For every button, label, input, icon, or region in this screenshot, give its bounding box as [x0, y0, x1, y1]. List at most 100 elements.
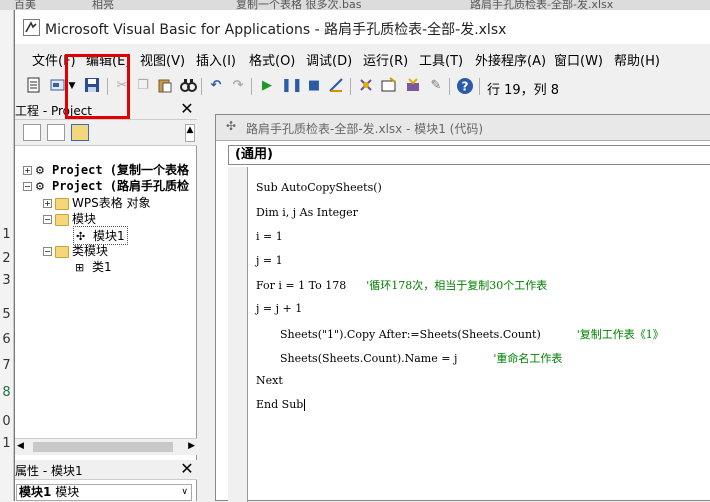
row-number: 1: [2, 227, 11, 242]
tree-node-project-copy[interactable]: + ⚙ Project (复制一个表格: [23, 161, 189, 178]
scroll-up-icon[interactable]: ▲: [185, 124, 195, 142]
code-margin: [228, 167, 248, 502]
expand-icon[interactable]: +: [43, 199, 52, 208]
row-number: 3: [2, 273, 11, 288]
pause-icon[interactable]: ❚❚: [281, 77, 303, 95]
view-object-icon[interactable]: [47, 124, 65, 141]
tree-node-label: 模块: [72, 212, 97, 226]
project-explorer-icon[interactable]: [357, 77, 375, 95]
object-selector[interactable]: 模块1 模块 ∨: [16, 484, 192, 501]
help-icon[interactable]: ?: [456, 77, 474, 95]
code-line[interactable]: Dim i, j As Integer: [256, 206, 358, 219]
tree-node-project-main[interactable]: − ⚙ Project (路肩手孔质检: [23, 177, 189, 194]
excel-row-header: 1 2 3 5 6 7 8 0 1: [0, 10, 14, 501]
code-comment: '重命名工作表: [493, 352, 563, 365]
row-number: 6: [2, 332, 11, 347]
code-line[interactable]: Sheets(Sheets.Count).Name = j '重命名工作表: [280, 350, 562, 366]
code-line[interactable]: i = 1: [256, 230, 283, 243]
folder-icon: [55, 213, 69, 226]
horizontal-scrollbar[interactable]: ◀ ▶: [15, 438, 197, 455]
view-excel-icon[interactable]: [25, 77, 43, 95]
object-dropdown[interactable]: (通用): [228, 145, 710, 165]
menu-window[interactable]: 窗口(W): [554, 50, 603, 69]
bg-tab[interactable]: 百美: [14, 0, 36, 10]
tree-node-label: 模块1: [93, 229, 125, 243]
close-icon[interactable]: ✕: [179, 100, 195, 118]
properties-window-icon[interactable]: [380, 77, 398, 95]
tree-node-class1[interactable]: ⊞ 类1: [75, 258, 112, 275]
tree-node-class-modules[interactable]: − 类模块: [43, 242, 108, 259]
tree-node-label: WPS表格 对象: [72, 196, 151, 210]
folder-icon: [55, 197, 69, 210]
chevron-down-icon[interactable]: ∨: [181, 485, 188, 500]
menu-help[interactable]: 帮助(H): [614, 50, 660, 69]
row-number: 0: [2, 414, 11, 429]
run-icon[interactable]: ▶: [258, 77, 276, 95]
code-line[interactable]: Next: [256, 374, 283, 387]
bg-tab[interactable]: 复制一个表格 很多次.bas: [236, 0, 361, 10]
close-icon[interactable]: ✕: [179, 460, 195, 478]
properties-window: 属性 - 模块1 ✕ 模块1 模块 ∨: [15, 456, 197, 501]
expand-icon[interactable]: +: [23, 166, 32, 175]
collapse-icon[interactable]: −: [43, 215, 52, 224]
code-line[interactable]: j = 1: [256, 254, 283, 267]
code-line[interactable]: End Sub: [256, 398, 306, 411]
code-line[interactable]: Sub AutoCopySheets(): [256, 181, 382, 194]
scroll-right-icon[interactable]: ▶: [188, 441, 195, 451]
row-number: 2: [2, 251, 11, 266]
tree-node-modules[interactable]: − 模块: [43, 210, 96, 227]
vba-app-icon: [23, 19, 40, 36]
collapse-icon[interactable]: −: [23, 182, 32, 191]
toolbar-separator: [350, 78, 351, 95]
object-browser-icon[interactable]: [404, 77, 422, 95]
module-icon: ✣: [76, 229, 86, 243]
collapse-icon[interactable]: −: [43, 247, 52, 256]
svg-text:?: ?: [462, 80, 469, 94]
redo-icon[interactable]: ↷: [229, 77, 247, 95]
row-number: 7: [2, 358, 11, 373]
menu-addins[interactable]: 外接程序(A): [475, 50, 546, 69]
view-code-icon[interactable]: [23, 124, 41, 141]
project-explorer: 工程 - Project ✕ ▲ + ⚙ Project (复制一个表格 − ⚙ Pro…: [15, 100, 197, 456]
text-cursor: [304, 399, 306, 411]
toggle-folders-icon[interactable]: [71, 124, 89, 141]
menu-tools[interactable]: 工具(T): [419, 50, 463, 69]
scroll-left-icon[interactable]: ◀: [17, 441, 24, 451]
menu-run[interactable]: 运行(R): [363, 50, 408, 69]
menu-debug[interactable]: 调试(D): [306, 50, 352, 69]
tree-node-label: 类1: [92, 260, 112, 274]
row-number: 1: [2, 436, 11, 451]
toolbox-icon[interactable]: ✎: [427, 77, 445, 95]
toolbar-separator: [201, 78, 202, 95]
bg-tab[interactable]: 路肩手孔质检表-全部-发.xlsx: [470, 0, 613, 10]
title-bar: Microsoft Visual Basic for Applications …: [15, 10, 710, 44]
object-type: 模块: [55, 485, 80, 499]
code-line[interactable]: j = j + 1: [256, 302, 302, 315]
paste-icon[interactable]: [156, 77, 174, 95]
menu-insert[interactable]: 插入(I): [196, 50, 236, 69]
project-icon: ⚙: [35, 179, 45, 193]
folder-icon: [55, 245, 69, 258]
stop-icon[interactable]: ■: [305, 77, 323, 95]
bg-tab[interactable]: 相亮: [92, 0, 114, 10]
toolbar-separator: [479, 78, 480, 95]
code-comment: '复制工作表《1》: [576, 328, 664, 341]
scroll-thumb[interactable]: [33, 442, 173, 452]
object-name: 模块1: [19, 485, 52, 499]
code-line[interactable]: Sheets("1").Copy After:=Sheets(Sheets.Co…: [280, 326, 664, 342]
menu-view[interactable]: 视图(V): [140, 50, 185, 69]
cursor-position: 行 19，列 8: [487, 83, 560, 98]
code-comment: '循环178次，相当于复制30个工作表: [366, 279, 548, 292]
class-icon: ⊞: [75, 260, 85, 274]
code-line[interactable]: For i = 1 To 178 '循环178次，相当于复制30个工作表: [256, 277, 547, 293]
project-toolbar: ▲: [15, 120, 197, 146]
toolbar-separator: [449, 78, 450, 95]
code-window: ✣ 路肩手孔质检表-全部-发.xlsx - 模块1 (代码) (通用) Sub …: [215, 114, 710, 502]
menu-format[interactable]: 格式(O): [249, 50, 295, 69]
find-icon[interactable]: [179, 77, 197, 95]
copy-icon[interactable]: ❐: [134, 77, 152, 95]
tree-node-wps-objects[interactable]: + WPS表格 对象: [43, 194, 151, 211]
properties-header: 属性 - 模块1 ✕: [15, 460, 197, 480]
design-mode-icon[interactable]: [327, 77, 345, 95]
undo-icon[interactable]: ↶: [207, 77, 225, 95]
